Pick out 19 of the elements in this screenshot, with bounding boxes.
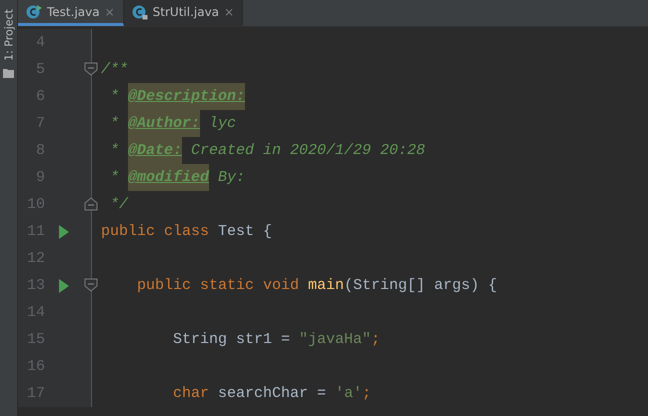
folder-icon	[3, 68, 14, 78]
fold-icon[interactable]	[84, 62, 98, 76]
code-line: /**	[100, 60, 128, 80]
fold-icon[interactable]	[84, 278, 98, 292]
file-tab[interactable]: StrUtil.java ×	[124, 0, 244, 26]
run-icon[interactable]	[59, 224, 69, 238]
run-icon[interactable]	[59, 278, 69, 292]
fold-icon[interactable]	[84, 197, 98, 211]
close-icon[interactable]: ×	[224, 4, 234, 18]
code-line: public static void main(String[] args) {	[136, 276, 498, 296]
file-tab[interactable]: Test.java ×	[18, 0, 124, 26]
code-line: * @Date: Created in 2020/1/29 20:28	[92, 137, 426, 164]
code-line: */	[109, 195, 128, 215]
code-line: String str1 = "javaHa";	[172, 330, 380, 350]
code-line: char searchChar = 'a';	[172, 384, 372, 404]
locked-class-icon	[132, 4, 148, 20]
runnable-class-icon	[26, 4, 42, 20]
project-tool-button[interactable]: 1: Project	[2, 6, 16, 78]
code-line: public class Test {	[100, 222, 272, 242]
